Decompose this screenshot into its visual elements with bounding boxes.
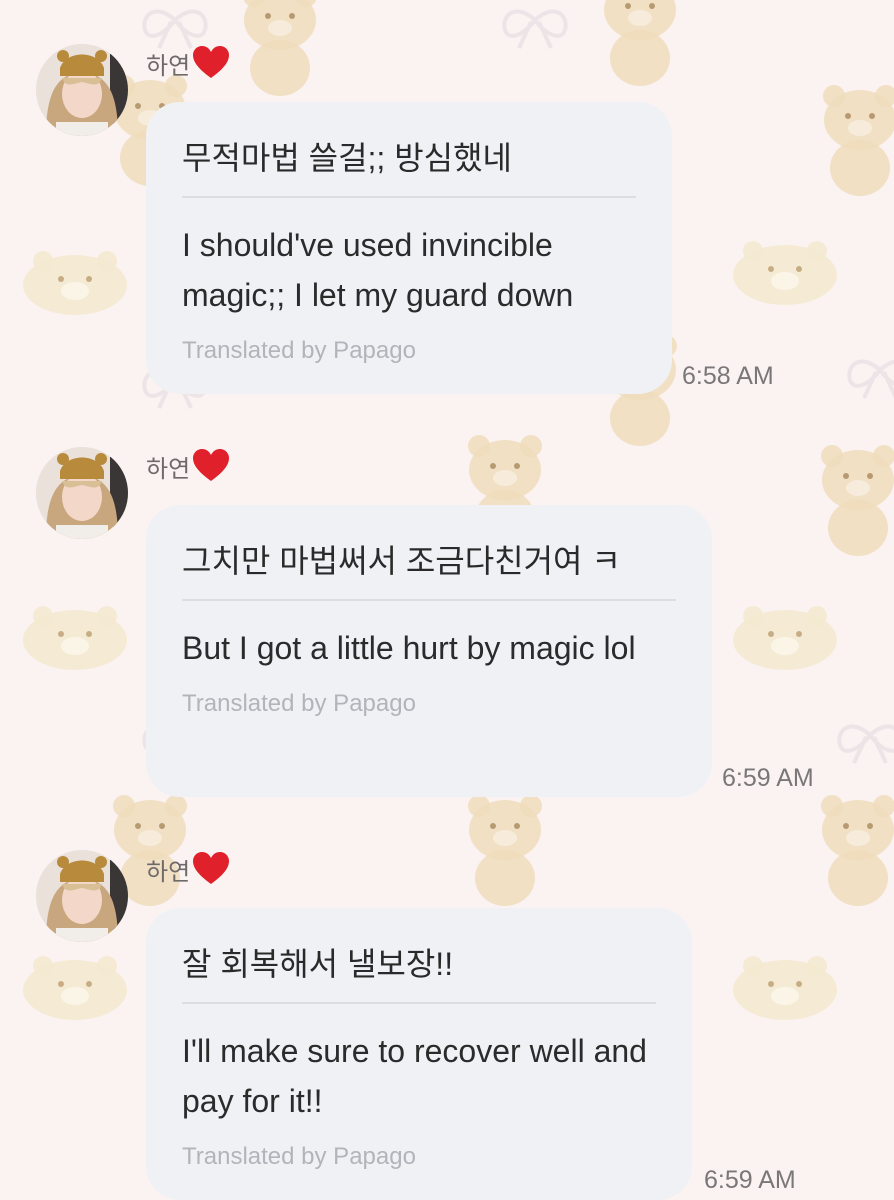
message-time: 6:59 AM	[704, 1166, 796, 1194]
translated-text: But I got a little hurt by magic lol	[182, 630, 636, 666]
original-text: 무적마법 쓸걸;; 방심했네	[182, 140, 512, 176]
sender-name: 하연	[146, 858, 191, 886]
translation-credit: Translated by Papago	[182, 337, 416, 364]
heart-icon	[193, 449, 230, 481]
bubble-divider	[182, 196, 636, 198]
sender-name-row: 하연	[146, 447, 230, 485]
message-bubble[interactable]: 그치만 마법써서 조금다친거여 ㅋ But I got a little hur…	[146, 505, 712, 797]
sender-name-row: 하연	[146, 44, 230, 82]
translated-text: I should've used invincible magic;; I le…	[182, 227, 574, 313]
message-time: 6:59 AM	[722, 764, 814, 792]
heart-icon	[193, 46, 230, 78]
avatar[interactable]	[36, 44, 128, 136]
translated-text: I'll make sure to recover well and pay f…	[182, 1033, 647, 1119]
avatar[interactable]	[36, 447, 128, 539]
heart-icon	[193, 852, 230, 884]
sender-name: 하연	[146, 455, 191, 483]
original-text: 잘 회복해서 낼보장!!	[182, 946, 454, 982]
original-text: 그치만 마법써서 조금다친거여 ㅋ	[182, 543, 621, 579]
sender-name-row: 하연	[146, 850, 230, 888]
translation-credit: Translated by Papago	[182, 1143, 416, 1170]
bubble-divider	[182, 599, 676, 601]
message-time: 6:58 AM	[682, 362, 774, 390]
sender-name: 하연	[146, 52, 191, 80]
message-bubble[interactable]: 잘 회복해서 낼보장!! I'll make sure to recover w…	[146, 908, 692, 1200]
bubble-divider	[182, 1002, 656, 1004]
avatar[interactable]	[36, 850, 128, 942]
translation-credit: Translated by Papago	[182, 690, 416, 717]
message-bubble[interactable]: 무적마법 쓸걸;; 방심했네 I should've used invincib…	[146, 102, 672, 394]
